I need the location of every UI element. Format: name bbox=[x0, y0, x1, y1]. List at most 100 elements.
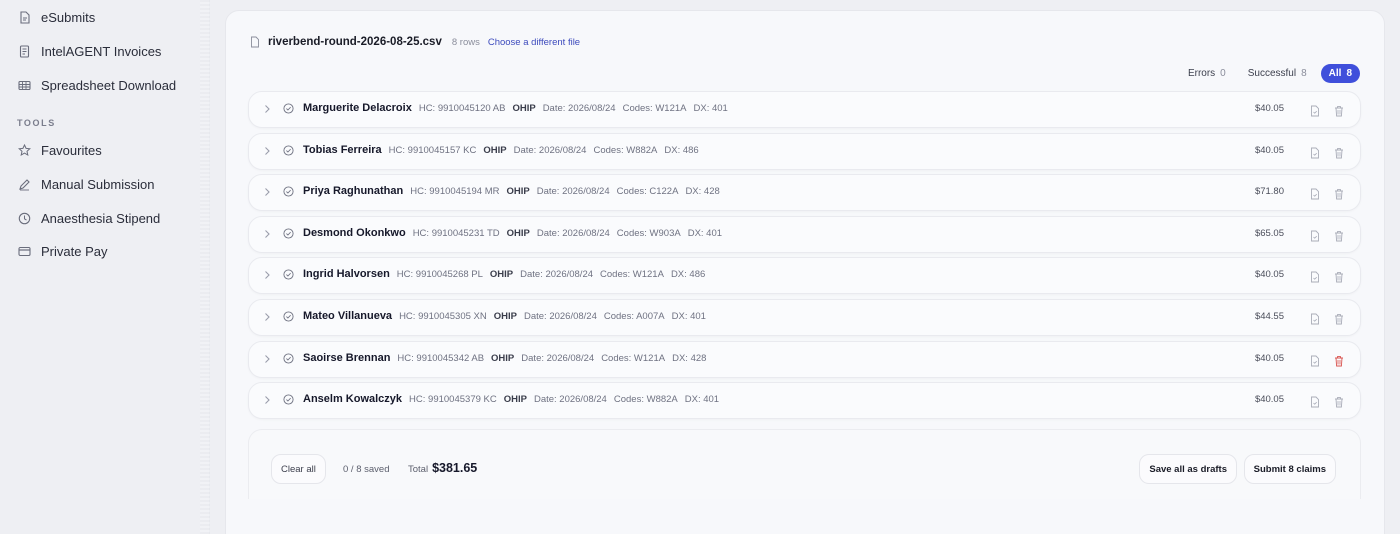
patient-name: Saoirse Brennan bbox=[303, 351, 391, 364]
filter-all[interactable]: All 8 bbox=[1320, 63, 1360, 83]
trash-icon[interactable] bbox=[1334, 187, 1344, 200]
chevron-right-icon[interactable] bbox=[263, 353, 271, 365]
service-date: Date: 2026/08/24 bbox=[523, 310, 597, 322]
invoice-icon bbox=[18, 44, 31, 58]
filter-tabs: Errors 0 Successful 8 All 8 bbox=[1180, 62, 1360, 84]
billing-codes: Codes: W903A bbox=[616, 227, 681, 239]
tools-section-label: TOOLS bbox=[17, 118, 56, 128]
save-draft-icon[interactable] bbox=[1310, 187, 1320, 200]
trash-icon[interactable] bbox=[1334, 270, 1344, 283]
check-circle-icon bbox=[283, 226, 294, 239]
save-draft-icon[interactable] bbox=[1310, 312, 1320, 325]
save-draft-icon[interactable] bbox=[1310, 354, 1320, 367]
chevron-right-icon[interactable] bbox=[263, 394, 271, 406]
filter-count: 0 bbox=[1220, 67, 1226, 79]
sidebar-item-intelagent-invoices[interactable]: IntelAGENT Invoices bbox=[18, 41, 161, 61]
chevron-right-icon[interactable] bbox=[263, 103, 271, 115]
claim-row[interactable]: Tobias Ferreira HC: 9910045157 KC OHIP D… bbox=[248, 132, 1361, 170]
save-draft-icon[interactable] bbox=[1310, 104, 1320, 117]
sidebar-item-private-pay[interactable]: Private Pay bbox=[18, 241, 107, 261]
trash-icon[interactable] bbox=[1334, 229, 1344, 242]
filter-count: 8 bbox=[1301, 67, 1307, 79]
save-draft-icon[interactable] bbox=[1310, 146, 1320, 159]
diagnosis-code: DX: 486 bbox=[670, 269, 706, 281]
claim-amount: $65.05 bbox=[1254, 227, 1284, 239]
trash-icon[interactable] bbox=[1334, 312, 1344, 325]
sidebar-item-label: IntelAGENT Invoices bbox=[41, 43, 162, 59]
sidebar-item-label: Anaesthesia Stipend bbox=[41, 210, 161, 226]
sidebar-item-anaesthesia-stipend[interactable]: Anaesthesia Stipend bbox=[18, 208, 160, 228]
claim-row[interactable]: Saoirse Brennan HC: 9910045342 AB OHIP D… bbox=[248, 340, 1361, 378]
health-card: HC: 9910045157 KC bbox=[388, 144, 477, 156]
trash-icon[interactable] bbox=[1334, 395, 1344, 408]
claim-row[interactable]: Ingrid Halvorsen HC: 9910045268 PL OHIP … bbox=[248, 257, 1361, 295]
patient-name: Marguerite Delacroix bbox=[303, 102, 412, 114]
save-draft-icon[interactable] bbox=[1310, 395, 1320, 408]
card-icon bbox=[18, 245, 31, 258]
claim-row[interactable]: Priya Raghunathan HC: 9910045194 MR OHIP… bbox=[248, 174, 1361, 212]
health-card: HC: 9910045268 PL bbox=[396, 269, 483, 281]
diagnosis-code: DX: 428 bbox=[685, 186, 720, 198]
chevron-right-icon[interactable] bbox=[263, 186, 271, 198]
claim-info: Desmond Okonkwo HC: 9910045231 TD OHIP D… bbox=[303, 227, 722, 239]
service-date: Date: 2026/08/24 bbox=[520, 269, 594, 281]
claim-amount: $40.05 bbox=[1254, 103, 1284, 114]
trash-icon[interactable] bbox=[1334, 354, 1344, 367]
trash-icon[interactable] bbox=[1334, 146, 1344, 159]
payer: OHIP bbox=[490, 269, 513, 280]
chevron-right-icon[interactable] bbox=[263, 311, 271, 323]
sidebar-item-spreadsheet-download[interactable]: Spreadsheet Download bbox=[18, 75, 176, 95]
save-all-drafts-button[interactable]: Save all as drafts bbox=[1139, 454, 1237, 484]
filter-errors[interactable]: Errors 0 bbox=[1180, 64, 1234, 83]
claim-row[interactable]: Desmond Okonkwo HC: 9910045231 TD OHIP D… bbox=[248, 215, 1361, 253]
chevron-right-icon[interactable] bbox=[263, 145, 271, 157]
claim-info: Mateo Villanueva HC: 9910045305 XN OHIP … bbox=[303, 310, 706, 322]
sidebar-item-manual-submission[interactable]: Manual Submission bbox=[18, 174, 154, 194]
save-draft-icon[interactable] bbox=[1310, 270, 1320, 283]
upload-review-panel: riverbend-round-2026-08-25.csv 8 rows Ch… bbox=[225, 10, 1385, 534]
payer: OHIP bbox=[491, 353, 514, 364]
billing-codes: Codes: W121A bbox=[600, 269, 664, 281]
payer: OHIP bbox=[494, 311, 517, 322]
service-date: Date: 2026/08/24 bbox=[542, 103, 616, 114]
payer-label: OHIP bbox=[506, 227, 530, 239]
save-draft-icon[interactable] bbox=[1310, 229, 1320, 242]
sidebar-item-esubmits[interactable]: eSubmits bbox=[18, 7, 95, 27]
payer: OHIP bbox=[507, 186, 530, 197]
diagnosis-code: DX: 428 bbox=[672, 352, 707, 364]
health-card: HC: 9910045305 XN bbox=[399, 310, 487, 322]
claim-row[interactable]: Mateo Villanueva HC: 9910045305 XN OHIP … bbox=[248, 298, 1361, 336]
claim-row[interactable]: Anselm Kowalczyk HC: 9910045379 KC OHIP … bbox=[248, 382, 1361, 420]
sidebar-item-label: Favourites bbox=[41, 142, 102, 158]
claim-info: Ingrid Halvorsen HC: 9910045268 PL OHIP … bbox=[303, 268, 705, 280]
file-icon bbox=[250, 36, 260, 48]
check-circle-icon bbox=[283, 184, 294, 197]
total-label: Total bbox=[408, 464, 429, 475]
patient-name: Anselm Kowalczyk bbox=[303, 393, 403, 406]
sidebar-item-favourites[interactable]: Favourites bbox=[18, 140, 102, 160]
claim-info: Priya Raghunathan HC: 9910045194 MR OHIP… bbox=[303, 185, 720, 197]
payer: OHIP bbox=[512, 103, 535, 114]
chevron-right-icon[interactable] bbox=[263, 228, 271, 240]
diagnosis-code: DX: 401 bbox=[671, 310, 706, 322]
claim-amount: $40.05 bbox=[1254, 144, 1284, 156]
sidebar-item-label: Spreadsheet Download bbox=[41, 77, 177, 93]
trash-icon[interactable] bbox=[1334, 104, 1344, 117]
submit-claims-button[interactable]: Submit 8 claims bbox=[1243, 454, 1336, 484]
diagnosis-code: DX: 401 bbox=[684, 394, 720, 406]
patient-name: Priya Raghunathan bbox=[303, 185, 404, 198]
sidebar-item-label: Private Pay bbox=[41, 243, 108, 259]
check-circle-icon bbox=[283, 351, 294, 364]
check-circle-icon bbox=[283, 309, 294, 322]
service-date: Date: 2026/08/24 bbox=[521, 352, 595, 364]
billing-codes: Codes: W882A bbox=[613, 394, 678, 406]
chevron-right-icon[interactable] bbox=[263, 269, 271, 281]
clear-all-button[interactable]: Clear all bbox=[271, 454, 326, 484]
diagnosis-code: DX: 401 bbox=[687, 227, 723, 239]
claim-row[interactable]: Marguerite Delacroix HC: 9910045120 AB O… bbox=[248, 91, 1361, 128]
payer-label: OHIP bbox=[493, 310, 517, 322]
filter-count: 8 bbox=[1346, 67, 1352, 79]
filter-successful[interactable]: Successful 8 bbox=[1240, 64, 1315, 83]
choose-different-file-link[interactable]: Choose a different file bbox=[488, 37, 580, 48]
clock-icon bbox=[18, 212, 31, 225]
